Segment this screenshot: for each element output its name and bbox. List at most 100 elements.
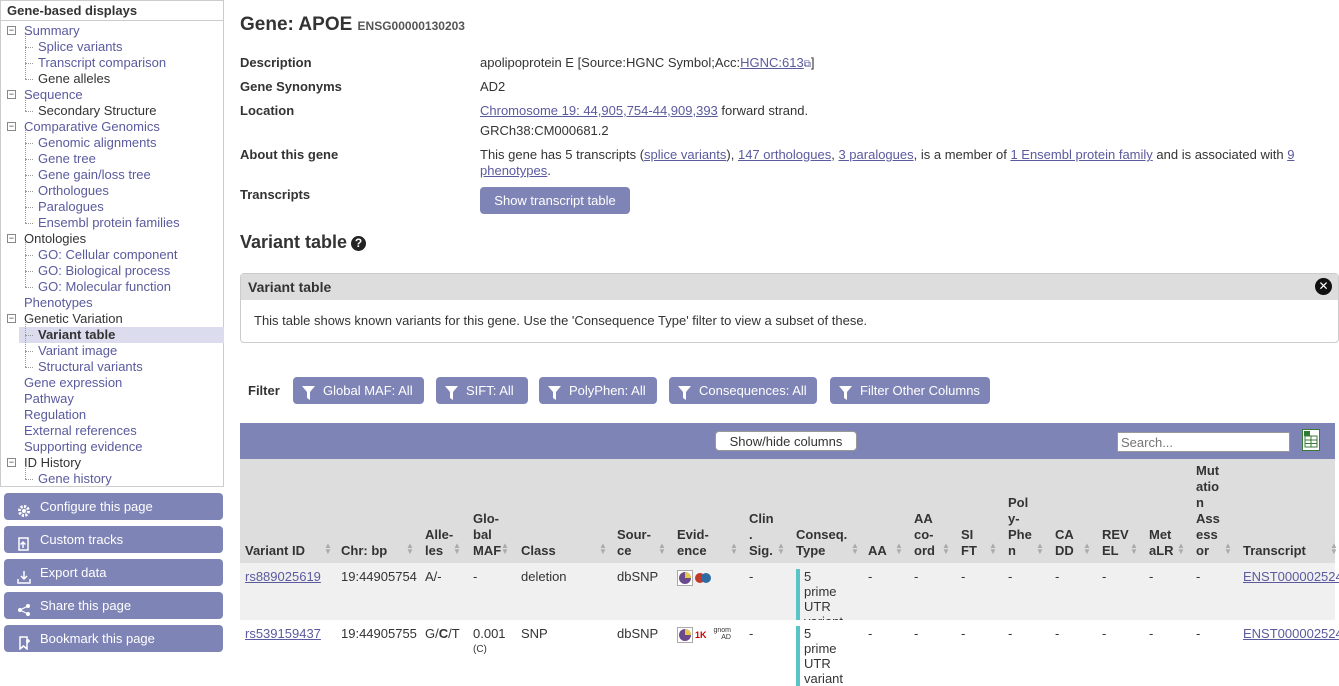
frequency-evidence-icon[interactable]: [677, 570, 693, 586]
filter-button-filter-other-columns[interactable]: Filter Other Columns: [830, 377, 990, 404]
paralogues-link[interactable]: 3 paralogues: [838, 147, 913, 162]
share-this-page-button[interactable]: Share this page: [4, 592, 223, 619]
location-value: Chromosome 19: 44,905,754-44,909,393 for…: [480, 103, 809, 118]
upload-icon: [17, 533, 31, 551]
tree-connector: [25, 191, 33, 192]
about-label: About this gene: [240, 147, 339, 162]
tree-connector: [25, 159, 33, 160]
column-header[interactable]: Glo- bal MAF: [473, 511, 501, 559]
sort-arrows-icon[interactable]: ▲ ▼: [1130, 542, 1138, 556]
sort-arrows-icon[interactable]: ▲ ▼: [453, 542, 461, 556]
sort-arrows-icon[interactable]: ▲ ▼: [1224, 542, 1232, 556]
filter-button-global-maf[interactable]: Global MAF: All: [293, 377, 424, 404]
panel-title: Variant table: [248, 279, 332, 295]
column-header[interactable]: Conseq. Type: [796, 527, 847, 559]
sort-arrows-icon[interactable]: ▲ ▼: [599, 542, 607, 556]
column-header[interactable]: AA: [868, 543, 887, 559]
sort-arrows-icon[interactable]: ▲ ▼: [1177, 542, 1185, 556]
column-header[interactable]: SI FT: [961, 527, 977, 559]
protein-family-link[interactable]: 1 Ensembl protein family: [1010, 147, 1152, 162]
tree-connector: [25, 466, 26, 479]
show-transcript-table-button[interactable]: Show transcript table: [480, 187, 630, 214]
sort-arrows-icon[interactable]: ▲ ▼: [1083, 542, 1091, 556]
column-header[interactable]: AA co- ord: [914, 511, 935, 559]
column-header[interactable]: Clin . Sig.: [749, 511, 774, 559]
location-link[interactable]: Chromosome 19: 44,905,754-44,909,393: [480, 103, 718, 118]
sort-arrows-icon[interactable]: ▲ ▼: [1036, 542, 1044, 556]
filter-button-label: SIFT: All: [466, 383, 514, 398]
variant-id-link[interactable]: rs539159437: [245, 626, 321, 641]
sort-arrows-icon[interactable]: ▲ ▼: [895, 542, 903, 556]
collapse-toggle-icon[interactable]: −: [7, 458, 16, 467]
bookmark-this-page-button[interactable]: Bookmark this page: [4, 625, 223, 652]
1000genomes-evidence-icon[interactable]: 1K: [695, 627, 711, 643]
column-header[interactable]: Met aLR: [1149, 527, 1174, 559]
collapse-toggle-icon[interactable]: −: [7, 90, 16, 99]
spreadsheet-export-icon[interactable]: [1302, 429, 1320, 451]
filter-button-label: Filter Other Columns: [860, 383, 980, 398]
column-header[interactable]: REV EL: [1102, 527, 1129, 559]
export-data-button[interactable]: Export data: [4, 559, 223, 586]
collapse-toggle-icon[interactable]: −: [7, 234, 16, 243]
sidebar-item-variant-table[interactable]: Variant table: [19, 327, 224, 343]
column-header[interactable]: Alle- les: [425, 527, 453, 559]
variant-id-link[interactable]: rs889025619: [245, 569, 321, 584]
sidebar-item-label: Transcript comparison: [38, 55, 167, 70]
filter-button-sift[interactable]: SIFT: All: [436, 377, 528, 404]
sort-arrows-icon[interactable]: ▲ ▼: [324, 542, 332, 556]
sidebar-item-label: Gene tree: [38, 151, 96, 166]
orthologues-link[interactable]: 147 orthologues: [738, 147, 831, 162]
tree-connector: [25, 34, 26, 79]
info-panel: Variant table ✕ This table shows known va…: [240, 273, 1339, 343]
column-header[interactable]: Pol y- Phe n: [1008, 495, 1032, 559]
splice-variants-link[interactable]: splice variants: [644, 147, 726, 162]
column-header[interactable]: CA DD: [1055, 527, 1074, 559]
column-header[interactable]: Mut atio n Ass ess or: [1196, 463, 1220, 559]
transcript-link[interactable]: ENST00000252486.8: [1243, 569, 1339, 584]
collapse-toggle-icon[interactable]: −: [7, 122, 16, 131]
transcript-link[interactable]: ENST00000252486.8: [1243, 626, 1339, 641]
show-hide-columns-button[interactable]: Show/hide columns: [715, 431, 857, 451]
configure-this-page-button[interactable]: Configure this page: [4, 493, 223, 520]
sort-arrows-icon[interactable]: ▲ ▼: [851, 542, 859, 556]
sort-arrows-icon[interactable]: ▲ ▼: [501, 542, 509, 556]
sidebar-item-label: Secondary Structure: [38, 103, 157, 118]
column-header[interactable]: Chr: bp: [341, 543, 387, 559]
sidebar-item-label: GO: Molecular function: [38, 279, 171, 294]
close-icon[interactable]: ✕: [1315, 278, 1332, 295]
table-cell: 0.001: [473, 626, 506, 641]
sort-arrows-icon[interactable]: ▲ ▼: [989, 542, 997, 556]
table-search-input[interactable]: [1117, 432, 1290, 452]
sort-arrows-icon[interactable]: ▲ ▼: [658, 542, 666, 556]
synonyms-label: Gene Synonyms: [240, 79, 342, 94]
tree-connector: [25, 207, 33, 208]
hgnc-link[interactable]: HGNC:613: [740, 55, 804, 70]
filter-button-polyphen[interactable]: PolyPhen: All: [539, 377, 657, 404]
table-cell: SNP: [521, 626, 548, 641]
filter-button-consequences[interactable]: Consequences: All: [669, 377, 817, 404]
table-cell: -: [868, 626, 873, 641]
hapmap-evidence-icon[interactable]: [695, 570, 711, 586]
sort-arrows-icon[interactable]: ▲ ▼: [406, 542, 414, 556]
sort-arrows-icon[interactable]: ▲ ▼: [777, 542, 785, 556]
bookmark-icon: [17, 632, 31, 651]
frequency-evidence-icon[interactable]: [677, 627, 693, 643]
column-header[interactable]: Class: [521, 543, 556, 559]
sort-arrows-icon[interactable]: ▲ ▼: [942, 542, 950, 556]
gnomad-evidence-icon[interactable]: gnom AD: [711, 627, 731, 641]
sort-arrows-icon[interactable]: ▲ ▼: [1330, 542, 1338, 556]
sidebar-item-label: GO: Cellular component: [38, 247, 178, 262]
collapse-toggle-icon[interactable]: −: [7, 26, 16, 35]
custom-tracks-button[interactable]: Custom tracks: [4, 526, 223, 553]
column-header[interactable]: Variant ID: [245, 543, 305, 559]
column-header[interactable]: Evid- ence: [677, 527, 709, 559]
column-header[interactable]: Sour- ce: [617, 527, 651, 559]
collapse-toggle-icon[interactable]: −: [7, 314, 16, 323]
help-icon[interactable]: ?: [351, 236, 367, 251]
sidebar-item-label: Gene expression: [24, 375, 123, 390]
sidebar-item-label: Gene history: [38, 471, 112, 486]
sidebar-item-label: Regulation: [24, 407, 87, 422]
sort-arrows-icon[interactable]: ▲ ▼: [730, 542, 738, 556]
tree-connector: [25, 367, 33, 368]
column-header[interactable]: Transcript: [1243, 543, 1306, 559]
